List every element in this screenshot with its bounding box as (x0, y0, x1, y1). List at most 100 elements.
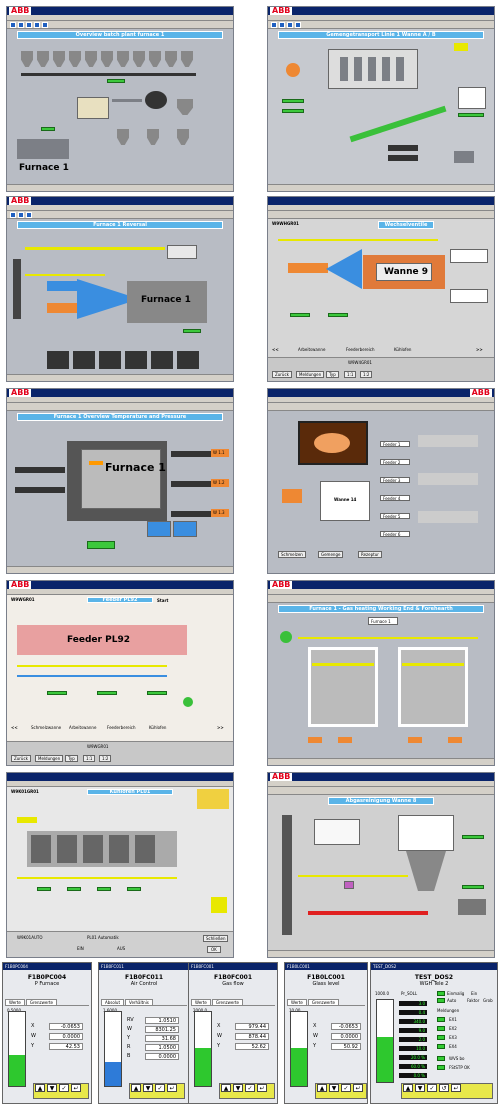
check-icon[interactable]: ✓ (245, 1084, 255, 1092)
tab-bar[interactable]: Absolut Verhältnis (101, 999, 187, 1006)
enter-icon[interactable]: ↵ (257, 1084, 267, 1092)
down-icon[interactable]: ▼ (415, 1084, 425, 1092)
toolbar[interactable] (268, 787, 494, 795)
feeder-line[interactable]: Feeder 4 (380, 495, 410, 501)
toolbar[interactable] (268, 595, 494, 603)
valve-icon[interactable] (280, 631, 292, 643)
type-button[interactable]: Typ (65, 755, 78, 762)
down-icon[interactable]: ▼ (47, 1084, 57, 1092)
trend-panel[interactable] (47, 351, 69, 369)
feeder-line[interactable]: Feeder 6 (380, 531, 410, 537)
tile-camera-feeders[interactable]: ABB Wanne 14 Feeder 1 Feeder 2 Feeder 3 … (267, 388, 495, 574)
ein-radio[interactable]: EIN (77, 946, 84, 951)
feeder-line[interactable]: Feeder 5 (380, 513, 410, 519)
dosing-icon[interactable] (344, 881, 354, 889)
tile-gas-heating[interactable]: ABB Furnace 1 - Gas heating Working End … (267, 580, 495, 766)
tab-absolute[interactable]: Absolut (101, 999, 125, 1006)
nav-link[interactable]: Feederbereich (107, 725, 136, 730)
tool-icon[interactable] (18, 212, 24, 218)
check-icon[interactable]: ✓ (59, 1084, 69, 1092)
tab-limits[interactable]: Grenzwerte (307, 999, 340, 1006)
back-button[interactable]: Zurück (272, 371, 292, 378)
tool-icon[interactable] (287, 22, 293, 28)
faceplate-pc004[interactable]: F1B0PC004 F1B0PC004 P Furnace Werte Grenz… (2, 962, 92, 1104)
tab-values[interactable]: Werte (287, 999, 307, 1006)
tool-icon[interactable] (26, 212, 32, 218)
alarm-panel[interactable] (211, 897, 227, 913)
enter-icon[interactable]: ↵ (353, 1084, 363, 1092)
enter-icon[interactable]: ↵ (71, 1084, 81, 1092)
feeder-badge[interactable] (408, 737, 422, 743)
command-buttons[interactable]: ▲ ▼ ✓ ↵ (219, 1083, 275, 1099)
command-buttons[interactable]: ▲ ▼ ✓ ↺ ↵ (401, 1083, 493, 1099)
zoom-1-2-button[interactable]: 1:2 (99, 755, 112, 762)
tool-icon[interactable] (42, 22, 48, 28)
feeder-badge[interactable]: W 1.2 (211, 479, 229, 487)
tile-batch-plant[interactable]: ABB Overview batch plant furnace 1 Furna… (6, 6, 234, 192)
tab-values[interactable]: Werte (191, 999, 211, 1006)
feeder-line[interactable]: Feeder 3 (380, 477, 410, 483)
tab-bar[interactable]: Werte Grenzwerte (191, 999, 275, 1006)
trend-panel[interactable] (99, 351, 121, 369)
enter-icon[interactable]: ↵ (451, 1084, 461, 1092)
nav-link[interactable]: Schmelzwanne (31, 725, 61, 730)
tile-feeder-pl92[interactable]: ABB W9WGR01 Feeder PL92 Start Feeder PL9… (6, 580, 234, 766)
tile-furnace-reversal[interactable]: ABB Furnace 1 Reversal Furnace 1 (6, 196, 234, 382)
nav-next[interactable]: >> (217, 725, 224, 730)
toolbar[interactable] (7, 21, 233, 29)
melt-button[interactable]: Schmelzen (278, 551, 306, 558)
tool-icon[interactable] (10, 22, 16, 28)
nav-link[interactable]: Arbeitswanne (298, 347, 325, 352)
nav-prev[interactable]: << (272, 347, 279, 352)
tool-icon[interactable] (279, 22, 285, 28)
trend-panel[interactable] (73, 351, 95, 369)
mini-trend[interactable] (147, 521, 171, 537)
nav-next[interactable]: >> (476, 347, 483, 352)
tool-icon[interactable] (10, 212, 16, 218)
down-icon[interactable]: ▼ (329, 1084, 339, 1092)
down-icon[interactable]: ▼ (233, 1084, 243, 1092)
toolbar[interactable] (268, 211, 494, 219)
check-icon[interactable]: ✓ (341, 1084, 351, 1092)
toolbar[interactable] (7, 403, 233, 411)
command-buttons[interactable]: ▲ ▼ ✓ ↵ (315, 1083, 367, 1099)
tile-lehr-pl01[interactable]: W9K01GR01 Kühlofen PL01 W9K01AUTO PL01 A… (6, 772, 234, 958)
tab-values[interactable]: Werte (5, 999, 25, 1006)
faceplate-fc011[interactable]: F1B0FC011 F1B0FC011 Air Control Absolut V… (98, 962, 190, 1104)
tool-icon[interactable] (271, 22, 277, 28)
tile-reversing-valves[interactable]: W9WHGR01 Wechselventile Wanne 9 << Arbei… (267, 196, 495, 382)
tab-ratio[interactable]: Verhältnis (125, 999, 153, 1006)
alarm-icon[interactable] (454, 43, 468, 51)
tool-icon[interactable] (18, 22, 24, 28)
up-icon[interactable]: ▲ (403, 1084, 413, 1092)
command-buttons[interactable]: ▲ ▼ ✓ ↵ (129, 1083, 185, 1099)
alarm-panel[interactable] (197, 789, 229, 809)
tile-temp-pressure[interactable]: ABB Furnace 1 Overview Temperature and P… (6, 388, 234, 574)
recipe-button[interactable]: Rezeptur (358, 551, 382, 558)
ok-button[interactable]: OK (207, 946, 221, 953)
batch-button[interactable]: Gemenge (318, 551, 344, 558)
alarm-icon[interactable] (282, 489, 302, 503)
trend-panel[interactable] (151, 351, 173, 369)
toolbar[interactable] (7, 211, 233, 219)
tool-icon[interactable] (34, 22, 40, 28)
feeder-badge[interactable] (448, 737, 462, 743)
type-button[interactable]: Typ (326, 371, 339, 378)
feeder-line[interactable]: Feeder 2 (380, 459, 410, 465)
nav-prev[interactable]: << (11, 725, 18, 730)
zoom-1-2-button[interactable]: 1:2 (360, 371, 373, 378)
tool-icon[interactable] (295, 22, 301, 28)
trend-panel[interactable] (125, 351, 147, 369)
up-icon[interactable]: ▲ (35, 1084, 45, 1092)
aus-radio[interactable]: AUS (117, 946, 125, 951)
tab-limits[interactable]: Grenzwerte (211, 999, 244, 1006)
nav-link[interactable]: Kühlofen (149, 725, 166, 730)
nav-link[interactable]: Feederbereich (346, 347, 375, 352)
camera-view[interactable] (298, 421, 368, 465)
zoom-1-1-button[interactable]: 1:1 (344, 371, 357, 378)
tool-icon[interactable] (26, 22, 32, 28)
undo-icon[interactable]: ↺ (439, 1084, 449, 1092)
zoom-1-1-button[interactable]: 1:1 (83, 755, 96, 762)
command-buttons[interactable]: ▲ ▼ ✓ ↵ (33, 1083, 89, 1099)
toolbar[interactable] (268, 403, 494, 411)
